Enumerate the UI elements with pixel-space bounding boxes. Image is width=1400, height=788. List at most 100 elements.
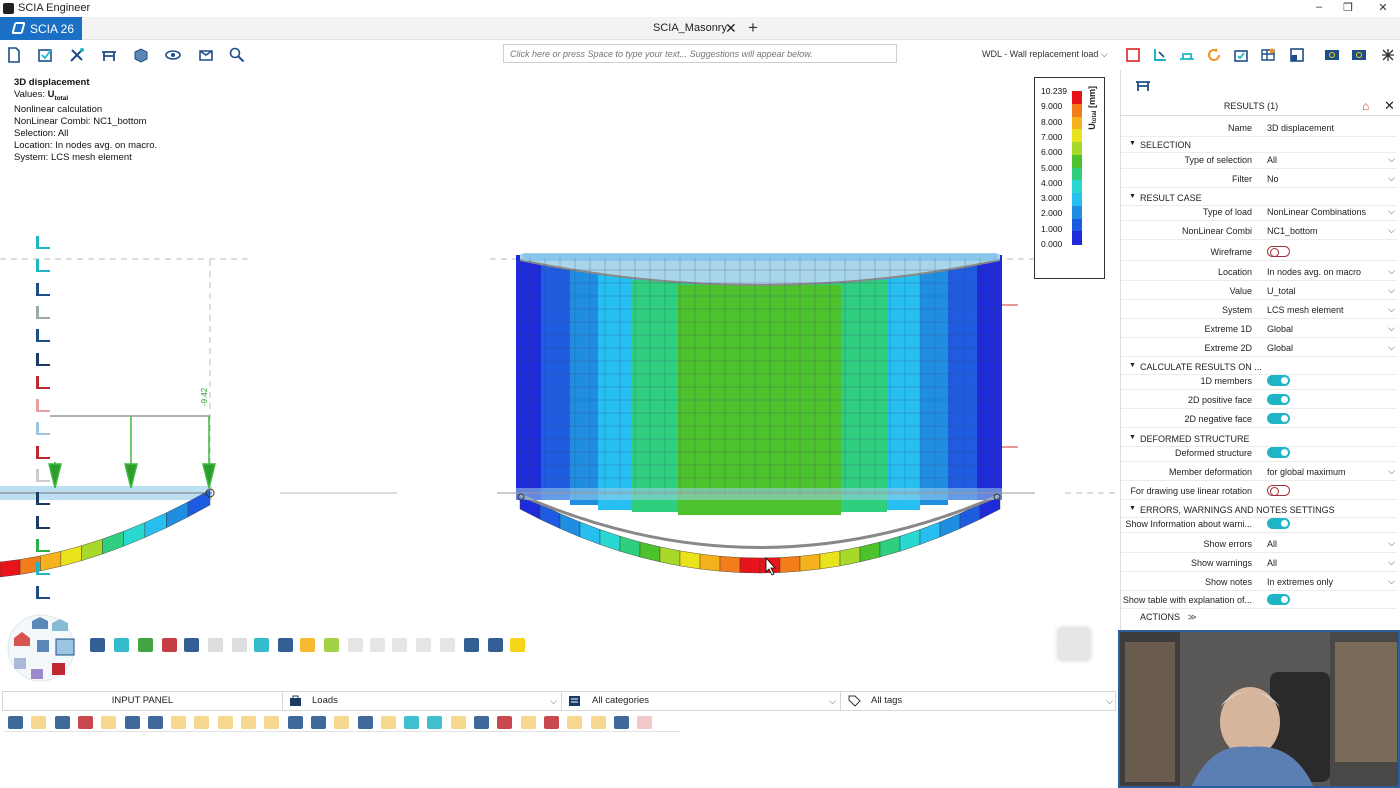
result-tool-icon[interactable] xyxy=(370,638,385,652)
load-tool-icon[interactable] xyxy=(287,716,303,729)
tool-icon[interactable] xyxy=(36,469,50,482)
clip-icon[interactable] xyxy=(198,47,214,63)
tool-icon[interactable] xyxy=(36,352,50,366)
visibility-icon[interactable] xyxy=(165,47,181,63)
property-value[interactable]: U_total xyxy=(1267,286,1296,296)
chevron-down-icon[interactable]: ⌵ xyxy=(1388,323,1395,334)
load-tool-icon[interactable] xyxy=(241,716,256,729)
tool-icon[interactable] xyxy=(36,259,50,273)
add-tab-icon[interactable]: + xyxy=(748,18,758,38)
toggle-switch[interactable] xyxy=(1267,447,1290,458)
toggle-switch[interactable] xyxy=(1267,375,1290,386)
tags-select[interactable]: All tags ⌵ xyxy=(843,692,1117,710)
collapse-icon[interactable]: ▼ xyxy=(1129,505,1136,512)
chevron-down-icon[interactable]: ⌵ xyxy=(1388,206,1395,217)
grid-icon[interactable] xyxy=(1179,47,1195,63)
load-tool-icon[interactable] xyxy=(171,716,187,729)
property-value[interactable]: Global xyxy=(1267,343,1293,353)
tool-icon[interactable] xyxy=(36,492,50,506)
chevron-down-icon[interactable]: ⌵ xyxy=(1388,154,1395,165)
tool-icon[interactable] xyxy=(36,399,50,413)
load-tool-icon[interactable] xyxy=(497,716,513,729)
select-icon[interactable] xyxy=(1125,47,1141,63)
minimize-button[interactable]: – xyxy=(1311,1,1327,15)
flag-icon[interactable] xyxy=(1324,47,1340,63)
result-tool-icon[interactable] xyxy=(510,638,525,652)
toggle-switch[interactable] xyxy=(1267,485,1290,496)
chevron-down-icon[interactable]: ⌵ xyxy=(1388,266,1395,277)
load-tool-icon[interactable] xyxy=(404,716,420,729)
collapse-icon[interactable]: ▼ xyxy=(1129,140,1136,147)
chevron-down-icon[interactable]: ⌵ xyxy=(1388,466,1395,477)
load-tool-icon[interactable] xyxy=(217,716,233,729)
load-tool-icon[interactable] xyxy=(590,716,606,729)
tool-icon[interactable] xyxy=(36,282,50,296)
toggle-switch[interactable] xyxy=(1267,518,1290,529)
load-tool-icon[interactable] xyxy=(613,716,629,729)
property-value[interactable]: In extremes only xyxy=(1267,577,1333,587)
tool-icon[interactable] xyxy=(36,562,50,576)
chevron-down-icon[interactable]: ⌵ xyxy=(1388,342,1395,353)
network-icon[interactable] xyxy=(1380,47,1396,63)
close-window-button[interactable]: ✕ xyxy=(1375,1,1391,15)
result-tool-icon[interactable] xyxy=(232,638,247,652)
load-tool-icon[interactable] xyxy=(427,716,443,729)
tool-icon[interactable] xyxy=(36,305,50,319)
open-icon[interactable] xyxy=(37,47,53,63)
flag-icon[interactable] xyxy=(1351,47,1367,63)
collapse-icon[interactable]: ▼ xyxy=(1129,193,1136,200)
result-tool-icon[interactable] xyxy=(300,638,315,652)
collapse-icon[interactable]: ▼ xyxy=(1129,362,1136,369)
load-tool-icon[interactable] xyxy=(194,716,210,729)
result-tool-icon[interactable] xyxy=(138,638,153,652)
load-tool-icon[interactable] xyxy=(147,716,163,729)
load-tool-icon[interactable] xyxy=(101,716,117,729)
result-tool-icon[interactable] xyxy=(114,638,129,652)
actions-section[interactable]: ACTIONS ≫ xyxy=(1140,612,1197,623)
structure-icon[interactable] xyxy=(101,47,117,63)
close-tab-icon[interactable]: ✕ xyxy=(725,20,737,37)
result-tool-icon[interactable] xyxy=(464,638,479,652)
filter-select[interactable]: All categories ⌵ xyxy=(564,692,841,710)
toggle-switch[interactable] xyxy=(1267,394,1290,405)
chevron-down-icon[interactable]: ⌵ xyxy=(1388,304,1395,315)
load-tool-icon[interactable] xyxy=(334,716,350,729)
load-tool-icon[interactable] xyxy=(264,716,280,729)
load-tool-icon[interactable] xyxy=(450,716,466,729)
tool-icon[interactable] xyxy=(36,375,50,389)
toggle-switch[interactable] xyxy=(1267,594,1290,605)
new-file-icon[interactable] xyxy=(6,47,22,63)
property-value[interactable]: NonLinear Combinations xyxy=(1267,207,1366,217)
property-value[interactable]: All xyxy=(1267,558,1277,568)
tool-icon[interactable] xyxy=(36,422,50,436)
property-value[interactable]: All xyxy=(1267,539,1277,549)
result-tool-icon[interactable] xyxy=(324,638,339,652)
tool-icon[interactable] xyxy=(36,236,50,249)
property-value[interactable]: 3D displacement xyxy=(1267,123,1334,133)
product-tab[interactable]: SCIA 26 xyxy=(0,17,82,40)
maximize-button[interactable]: ❐ xyxy=(1340,1,1356,15)
property-value[interactable]: All xyxy=(1267,155,1277,165)
property-value[interactable]: No xyxy=(1267,174,1279,184)
table-icon[interactable] xyxy=(1260,47,1276,63)
tool-icon[interactable] xyxy=(36,585,50,599)
result-tool-icon[interactable] xyxy=(348,638,363,652)
load-tool-icon[interactable] xyxy=(567,716,583,729)
load-tool-icon[interactable] xyxy=(124,716,140,729)
result-tool-icon[interactable] xyxy=(440,638,455,652)
load-tool-icon[interactable] xyxy=(520,716,536,729)
property-value[interactable]: NC1_bottom xyxy=(1267,226,1318,236)
result-tool-icon[interactable] xyxy=(278,638,293,652)
check-icon[interactable] xyxy=(1233,47,1249,63)
load-tool-icon[interactable] xyxy=(380,716,396,729)
category-select[interactable]: Loads ⌵ xyxy=(285,692,562,710)
chevron-down-icon[interactable]: ⌵ xyxy=(1388,557,1395,568)
collapse-icon[interactable]: ▼ xyxy=(1129,434,1136,441)
load-tool-icon[interactable] xyxy=(637,716,653,729)
load-tool-icon[interactable] xyxy=(357,716,373,729)
result-tool-icon[interactable] xyxy=(162,638,177,652)
load-tool-icon[interactable] xyxy=(310,716,326,729)
load-tool-icon[interactable] xyxy=(31,716,47,729)
load-case-select[interactable]: WDL - Wall replacement load ⌵ xyxy=(982,49,1108,60)
chevron-down-icon[interactable]: ⌵ xyxy=(1388,225,1395,236)
